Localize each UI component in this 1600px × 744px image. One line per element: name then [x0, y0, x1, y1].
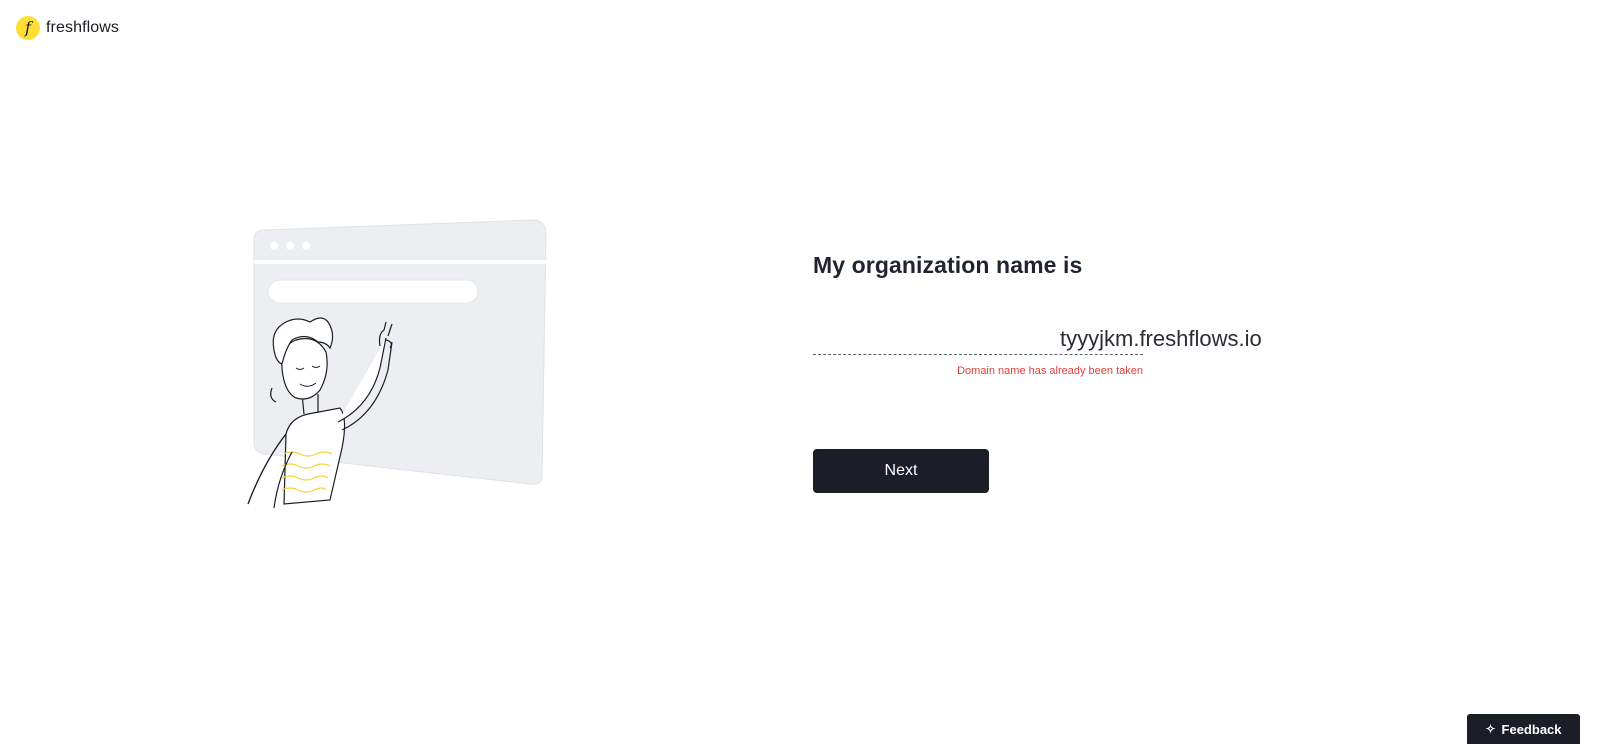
page: f freshflows My organization name is tyy… [0, 0, 1600, 744]
domain-error-message: Domain name has already been taken [957, 365, 1143, 377]
brand-name: freshflows [46, 19, 120, 36]
domain-suffix: .freshflows.io [1133, 326, 1262, 351]
feedback-label: Feedback [1501, 721, 1562, 737]
organization-form: My organization name is tyyyjkm.freshflo… [813, 252, 1333, 493]
sparkle-icon: ✧ [1485, 722, 1496, 736]
domain-field-row: tyyyjkm.freshflows.io Domain name has al… [813, 325, 1333, 377]
logo-icon: f [16, 16, 40, 40]
domain-typed-value: tyyyjkm [1060, 326, 1134, 351]
browser-person-illustration [247, 219, 547, 509]
feedback-button[interactable]: ✧ Feedback [1467, 714, 1580, 744]
domain-display: tyyyjkm.freshflows.io [1060, 326, 1262, 352]
page-title: My organization name is [813, 252, 1083, 278]
next-button[interactable]: Next [813, 449, 989, 493]
brand-logo[interactable]: f freshflows [16, 16, 119, 40]
